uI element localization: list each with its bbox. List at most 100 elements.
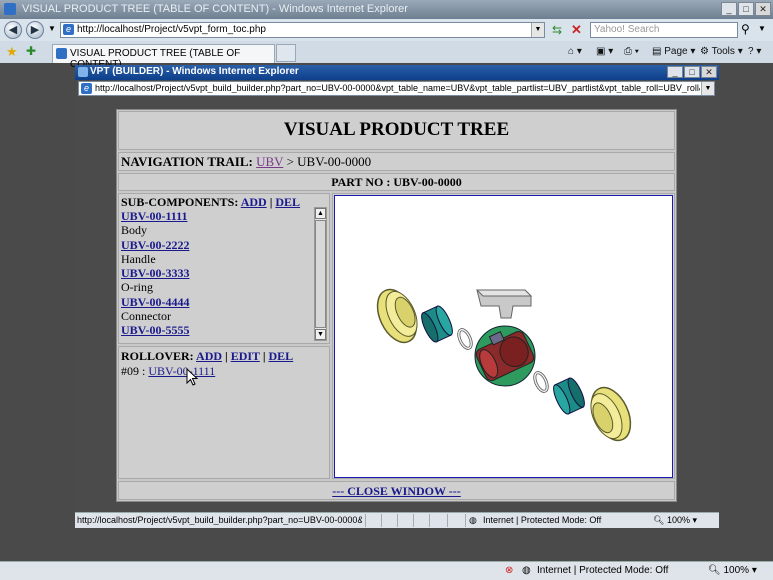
tools-menu[interactable]: ⚙ Tools ▾: [700, 46, 743, 57]
print-icon[interactable]: ⎙ ▾: [624, 46, 639, 57]
rollover-edit-link[interactable]: EDIT: [231, 349, 260, 363]
status-divider: [381, 514, 382, 527]
maximize-button[interactable]: □: [738, 2, 754, 16]
add-favorites-icon[interactable]: ✚: [26, 44, 36, 58]
outer-status-bar: ⊗ ◍ Internet | Protected Mode: Off 🔍︎ 10…: [0, 561, 773, 580]
popup-title: VPT (BUILDER) - Windows Internet Explore…: [90, 66, 299, 77]
status-divider: [365, 514, 366, 527]
component-link[interactable]: UBV-00-2222: [121, 238, 189, 252]
rollover-panel: ROLLOVER: ADD | EDIT | DEL #09 : UBV-00-…: [118, 346, 330, 479]
popup-status-url: http://localhost/Project/v5vpt_build_bui…: [77, 515, 362, 525]
status-divider: [429, 514, 430, 527]
part-number-cell: PART NO : UBV-00-0000: [118, 173, 675, 191]
rollover-index: #09 :: [121, 364, 149, 378]
popup-title-bar: VPT (BUILDER) - Windows Internet Explore…: [75, 65, 719, 80]
rollover-separator: |: [262, 349, 266, 363]
sub-separator: |: [269, 195, 273, 209]
protected-mode-icon: ⊗: [505, 565, 514, 576]
close-window-cell: --- CLOSE WINDOW ---: [118, 481, 675, 500]
search-dropdown-icon[interactable]: ▼: [758, 24, 766, 33]
status-divider: [397, 514, 398, 527]
nav-separator: >: [283, 154, 298, 169]
address-bar[interactable]: e http://localhost/Project/v5vpt_form_to…: [60, 22, 545, 38]
popup-maximize-button[interactable]: □: [684, 66, 700, 78]
popup-status-bar: http://localhost/Project/v5vpt_build_bui…: [75, 512, 719, 528]
rollover-del-link[interactable]: DEL: [268, 349, 293, 363]
close-window-link[interactable]: --- CLOSE WINDOW ---: [332, 484, 461, 498]
back-icon[interactable]: ◀: [4, 21, 22, 39]
page-icon: e: [63, 24, 74, 35]
component-link[interactable]: UBV-00-4444: [121, 295, 189, 309]
minimize-button[interactable]: _: [721, 2, 737, 16]
outer-title-bar: VISUAL PRODUCT TREE (TABLE OF CONTENT) -…: [0, 0, 773, 19]
component-link[interactable]: UBV-00-3333: [121, 266, 189, 280]
stop-icon[interactable]: ✕: [571, 22, 582, 38]
component-name: O-ring: [121, 280, 153, 295]
close-button[interactable]: ✕: [755, 2, 771, 16]
component-name: Body: [121, 223, 148, 238]
page-menu-label: Page: [664, 46, 688, 57]
component-name: Handle: [121, 251, 156, 266]
popup-address-bar[interactable]: e http://localhost/Project/v5vpt_build_b…: [78, 81, 715, 96]
rollover-separator: |: [225, 349, 228, 363]
popup-ie-icon: [78, 67, 88, 77]
exploded-view-image[interactable]: [334, 195, 673, 478]
ie-icon: [4, 3, 16, 15]
scroll-down-icon[interactable]: ▼: [315, 329, 326, 340]
popup-address-url: http://localhost/Project/v5vpt_build_bui…: [95, 83, 700, 93]
component-link[interactable]: UBV-00-5555: [121, 323, 189, 337]
search-icon[interactable]: ⚲: [741, 22, 750, 36]
favorites-star-icon[interactable]: ★: [6, 44, 18, 60]
outer-status-zone: Internet | Protected Mode: Off: [537, 565, 669, 576]
history-dropdown-icon[interactable]: ▼: [48, 24, 56, 33]
navigation-trail: NAVIGATION TRAIL: UBV > UBV-00-0000: [118, 152, 675, 171]
popup-close-button[interactable]: ✕: [701, 66, 717, 78]
sub-components-label: SUB-COMPONENTS:: [121, 195, 239, 209]
outer-window-title: VISUAL PRODUCT TREE (TABLE OF CONTENT) -…: [22, 3, 408, 15]
feeds-icon[interactable]: ▣ ▾: [596, 46, 613, 57]
popup-status-zone: Internet | Protected Mode: Off: [483, 515, 602, 525]
address-dropdown-icon[interactable]: ▼: [531, 23, 544, 37]
status-divider: [465, 514, 466, 527]
forward-icon[interactable]: ▶: [26, 21, 44, 39]
popup-address-dropdown-icon[interactable]: ▼: [701, 82, 714, 95]
tools-menu-label: Tools: [711, 46, 735, 57]
sub-components-scrollbar[interactable]: ▲ ▼: [314, 207, 327, 341]
rollover-add-link[interactable]: ADD: [196, 349, 222, 363]
ball-valve-exploded-illustration: [376, 288, 632, 442]
tab-page-icon: [56, 48, 67, 59]
status-divider: [413, 514, 414, 527]
home-icon[interactable]: ⌂ ▾: [568, 46, 582, 57]
search-input[interactable]: Yahoo! Search: [590, 22, 738, 38]
popup-minimize-button[interactable]: _: [667, 66, 683, 78]
component-link[interactable]: UBV-00-1111: [121, 209, 187, 223]
nav-link-ubv[interactable]: UBV: [256, 154, 283, 169]
sub-components-list: UBV-00-1111 Body UBV-00-2222 Handle UBV-…: [121, 209, 311, 338]
page-menu[interactable]: ▤ Page ▾: [652, 46, 695, 57]
sub-del-link[interactable]: DEL: [275, 195, 300, 209]
scroll-thumb[interactable]: [315, 220, 326, 328]
component-name: Connector: [121, 309, 171, 324]
nav-current: UBV-00-0000: [297, 154, 372, 169]
help-icon[interactable]: ? ▾: [748, 46, 761, 57]
outer-zoom[interactable]: 🔍︎ 100% ▾: [708, 565, 757, 576]
internet-zone-icon: ◍: [522, 565, 531, 576]
nav-label: NAVIGATION TRAIL:: [121, 154, 253, 169]
status-divider: [447, 514, 448, 527]
mouse-cursor-icon: [186, 368, 199, 386]
page-title: VISUAL PRODUCT TREE: [283, 119, 510, 140]
sub-components-panel: SUB-COMPONENTS: ADD | DEL UBV-00-1111 Bo…: [118, 193, 330, 344]
part-number: PART NO : UBV-00-0000: [331, 175, 462, 189]
tab-visual-product-tree[interactable]: VISUAL PRODUCT TREE (TABLE OF CONTENT): [52, 44, 275, 70]
rollover-link[interactable]: UBV-00-1111: [148, 364, 215, 378]
rollover-label: ROLLOVER:: [121, 349, 194, 363]
popup-page-icon: e: [81, 83, 92, 94]
title-cell: VISUAL PRODUCT TREE: [118, 111, 675, 150]
sub-add-link[interactable]: ADD: [241, 195, 267, 209]
scroll-up-icon[interactable]: ▲: [315, 208, 326, 219]
refresh-icon[interactable]: ⇆: [552, 23, 562, 37]
popup-zoom[interactable]: 🔍︎ 100% ▾: [653, 515, 697, 526]
search-placeholder: Yahoo! Search: [594, 24, 660, 35]
popup-internet-zone-icon: ◍: [469, 515, 477, 525]
new-tab-button[interactable]: [276, 44, 296, 62]
